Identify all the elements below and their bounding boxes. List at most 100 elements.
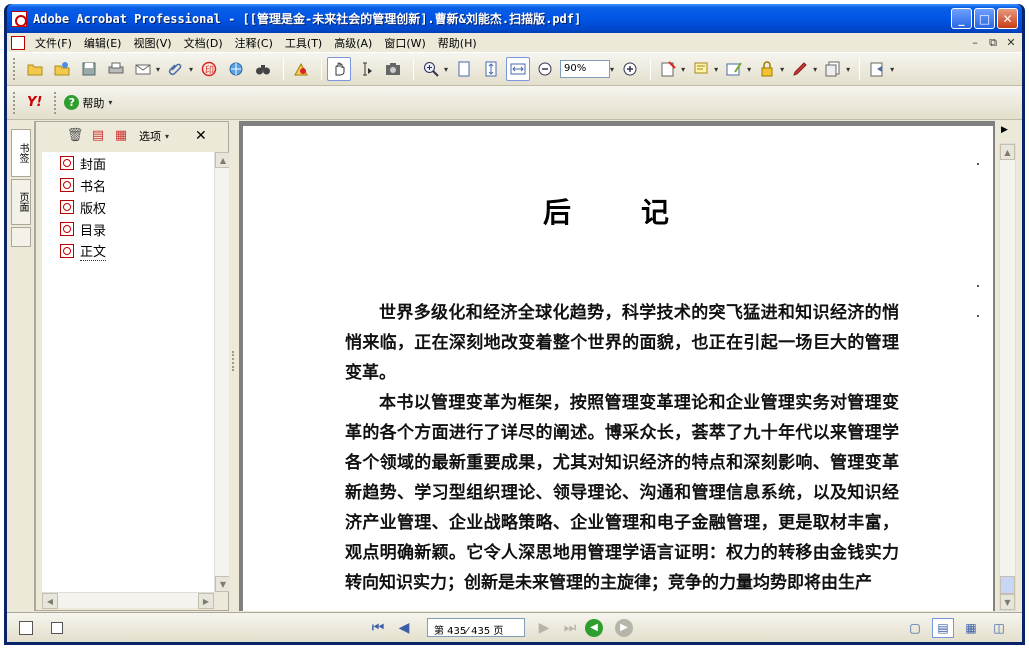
bookmark-horizontal-scrollbar[interactable]: ◀ ▶: [42, 592, 214, 609]
bookmark-item[interactable]: 书名: [42, 174, 214, 196]
create-pdf-dropdown-icon[interactable]: ▾: [681, 65, 685, 74]
select-text-icon[interactable]: [354, 57, 378, 81]
actual-size-icon[interactable]: [452, 57, 476, 81]
bookmark-vertical-scrollbar[interactable]: ▲ ▼: [214, 152, 231, 592]
create-pdf-icon[interactable]: [289, 57, 313, 81]
menu-comments[interactable]: 注释(C): [229, 35, 279, 51]
forms-dropdown-icon[interactable]: ▾: [747, 65, 751, 74]
menu-tools[interactable]: 工具(T): [279, 35, 328, 51]
help-button[interactable]: ? 帮助 ▾: [64, 95, 116, 111]
email-dropdown-icon[interactable]: ▾: [156, 65, 160, 74]
continuous-facing-layout-icon[interactable]: ◫: [988, 618, 1010, 638]
doc-minimize-button[interactable]: –: [968, 36, 982, 49]
delete-bookmark-icon[interactable]: 🗑: [66, 128, 84, 144]
expand-bookmark-icon[interactable]: ▦: [112, 128, 130, 144]
menu-help[interactable]: 帮助(H): [432, 35, 483, 51]
menu-view[interactable]: 视图(V): [127, 35, 177, 51]
email-icon[interactable]: [131, 57, 155, 81]
snapshot-icon[interactable]: [381, 57, 405, 81]
close-panel-button[interactable]: ✕: [195, 128, 207, 144]
scroll-right-arrow-icon[interactable]: ▶: [198, 593, 214, 609]
zoom-tool-dropdown-icon[interactable]: ▾: [444, 65, 448, 74]
page-thumbnail-icon[interactable]: [51, 621, 63, 634]
zoom-in-tool-icon[interactable]: [419, 57, 443, 81]
facing-layout-icon[interactable]: ▦: [960, 618, 982, 638]
toolbar3-grip[interactable]: [54, 91, 58, 114]
scroll-down-arrow-icon[interactable]: ▼: [1000, 594, 1015, 610]
acrobat-app-icon[interactable]: [11, 10, 27, 27]
continuous-layout-icon[interactable]: ▤: [932, 617, 954, 638]
zoom-level-input[interactable]: 90%: [560, 60, 611, 78]
previous-view-icon[interactable]: ◀: [585, 618, 603, 637]
review-comment-icon[interactable]: [689, 57, 713, 81]
sign-dropdown-icon[interactable]: ▾: [813, 65, 817, 74]
document-properties-icon[interactable]: [19, 620, 33, 635]
close-button[interactable]: ✕: [997, 8, 1018, 29]
first-page-icon[interactable]: ⏮: [367, 617, 389, 639]
document-menu-icon[interactable]: [11, 35, 25, 50]
fit-width-icon[interactable]: [506, 57, 531, 81]
menu-advanced[interactable]: 高级(A): [328, 35, 378, 51]
bookmark-item-selected[interactable]: 正文: [42, 240, 214, 262]
panel-splitter[interactable]: [229, 121, 239, 611]
search-web-icon[interactable]: [224, 57, 248, 81]
scroll-left-arrow-icon[interactable]: ◀: [42, 593, 58, 609]
forms-icon[interactable]: [722, 57, 746, 81]
menu-file[interactable]: 文件(F): [29, 35, 78, 51]
sign-pen-icon[interactable]: [788, 57, 812, 81]
tab-bookmarks[interactable]: 书签: [11, 129, 31, 177]
page-heading: 后记: [543, 196, 740, 229]
bookmark-item[interactable]: 版权: [42, 196, 214, 218]
advanced-editing-icon[interactable]: [821, 57, 845, 81]
scroll-thumb[interactable]: [1000, 576, 1015, 594]
tasks-icon[interactable]: [865, 57, 889, 81]
zoom-level-dropdown-icon[interactable]: ▾: [610, 65, 614, 74]
stamp-icon[interactable]: 印: [197, 57, 221, 81]
next-page-icon[interactable]: ▶: [533, 617, 555, 639]
last-page-icon[interactable]: ⏭: [559, 617, 581, 639]
doc-close-button[interactable]: ✕: [1004, 36, 1018, 49]
document-vertical-scrollbar[interactable]: ▲ ▼: [999, 143, 1016, 611]
maximize-button[interactable]: □: [974, 8, 995, 29]
bookmark-item[interactable]: 封面: [42, 152, 214, 174]
fit-page-icon[interactable]: [479, 57, 503, 81]
print-icon[interactable]: [104, 57, 128, 81]
tab-more[interactable]: [11, 227, 31, 247]
open-icon[interactable]: [23, 57, 47, 81]
organizer-icon[interactable]: [50, 57, 74, 81]
attach-dropdown-icon[interactable]: ▾: [189, 65, 193, 74]
menu-window[interactable]: 窗口(W): [378, 35, 431, 51]
tab-pages[interactable]: 页面: [11, 179, 31, 225]
zoom-in-icon[interactable]: [618, 57, 642, 81]
find-binoculars-icon[interactable]: [251, 57, 275, 81]
title-bar[interactable]: Adobe Acrobat Professional - [[管理是金-未来社会…: [7, 4, 1022, 33]
single-page-layout-icon[interactable]: ▢: [904, 618, 926, 638]
bookmark-options-menu[interactable]: 选项: [139, 128, 161, 144]
page-number-input[interactable]: 第 435⁄ 435 页: [427, 618, 525, 637]
menu-edit[interactable]: 编辑(E): [78, 35, 128, 51]
yahoo-toolbar-button[interactable]: Y!: [27, 95, 42, 110]
attach-icon[interactable]: [164, 57, 188, 81]
bookmark-item[interactable]: 目录: [42, 218, 214, 240]
save-icon[interactable]: [77, 57, 101, 81]
create-pdf-task-icon[interactable]: [656, 57, 680, 81]
minimize-button[interactable]: _: [951, 8, 972, 29]
zoom-out-icon[interactable]: [533, 57, 557, 81]
advanced-editing-dropdown-icon[interactable]: ▾: [846, 65, 850, 74]
toolbar2-grip[interactable]: [13, 91, 17, 114]
toolbar-grip[interactable]: [13, 58, 17, 80]
tasks-dropdown-icon[interactable]: ▾: [890, 65, 894, 74]
previous-page-icon[interactable]: ◀: [393, 617, 415, 639]
review-dropdown-icon[interactable]: ▾: [714, 65, 718, 74]
split-window-arrow-icon[interactable]: ▶: [1001, 125, 1008, 135]
bookmark-options-dropdown-icon[interactable]: ▾: [165, 132, 169, 141]
scroll-up-arrow-icon[interactable]: ▲: [1000, 144, 1015, 160]
menu-document[interactable]: 文档(D): [178, 35, 229, 51]
secure-lock-icon[interactable]: [755, 57, 779, 81]
doc-restore-button[interactable]: ⧉: [986, 36, 1000, 50]
document-view[interactable]: 后记 世界多级化和经济全球化趋势，科学技术的突飞猛进和知识经济的悄悄来临，正在深…: [239, 121, 995, 611]
hand-tool-icon[interactable]: [327, 57, 352, 81]
secure-dropdown-icon[interactable]: ▾: [780, 65, 784, 74]
new-bookmark-icon[interactable]: ▤: [89, 128, 107, 144]
next-view-icon[interactable]: ▶: [615, 618, 633, 637]
